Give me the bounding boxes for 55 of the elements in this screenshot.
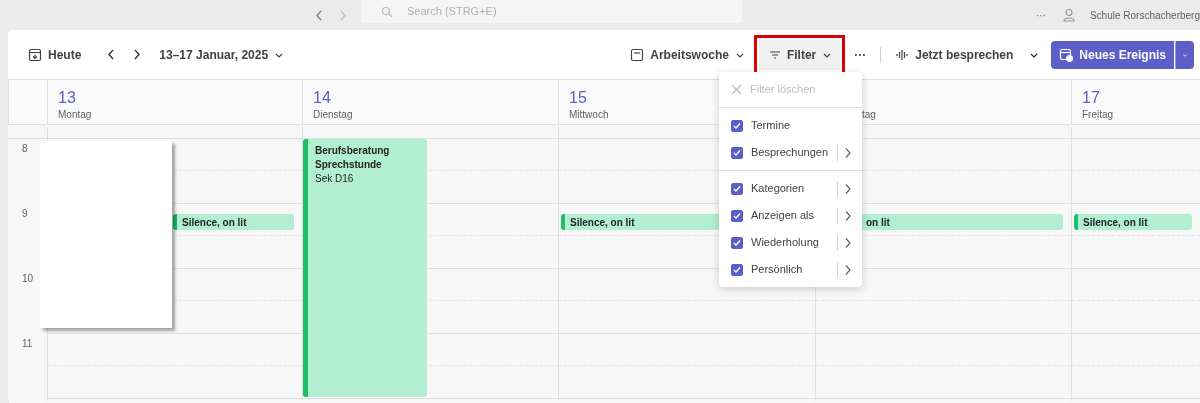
day-name: Mittwoch (569, 108, 609, 122)
event-bar[interactable]: Silence, on lit (173, 214, 294, 230)
filter-option[interactable]: Kategorien (719, 175, 862, 202)
new-event-options-button[interactable] (1175, 40, 1194, 69)
view-dropdown[interactable]: Arbeitswoche (624, 41, 751, 68)
calendar-icon (28, 47, 42, 62)
new-event-button[interactable]: Neues Ereignis (1051, 40, 1174, 69)
more-button[interactable]: ··· (848, 41, 873, 68)
hour-label: 9 (22, 208, 28, 219)
chevron-right-icon[interactable] (844, 182, 852, 195)
event-block[interactable]: Berufsberatung Sprechstunde Sek D16 (303, 139, 427, 397)
event-location: Sek D16 (315, 172, 355, 186)
meet-now-button[interactable]: Jetzt besprechen (889, 41, 1020, 68)
option-label: Besprechungen (751, 145, 829, 161)
day-number: 15 (569, 89, 587, 107)
hour-label: 11 (22, 338, 33, 349)
calendar-view-icon (630, 47, 645, 62)
checkbox[interactable] (731, 236, 743, 249)
chevron-right-icon[interactable] (844, 209, 852, 222)
chevron-right-icon[interactable] (844, 146, 852, 159)
org-name: Schule Rorschacherberg (1089, 8, 1200, 23)
filter-option[interactable]: Besprechungen (719, 139, 862, 166)
filter-option[interactable]: Persönlich (719, 256, 862, 283)
option-label: Kategorien (751, 181, 805, 197)
option-label: Termine (751, 118, 791, 134)
waveform-icon (895, 47, 910, 62)
day-name: Freitag (1082, 108, 1114, 122)
event-bar[interactable]: Silence, on lit (1074, 214, 1192, 230)
event-title: Berufsberatung Sprechstunde (315, 144, 391, 172)
more-icon[interactable]: ··· (1035, 7, 1046, 23)
day-name: Montag (58, 108, 92, 122)
hour-label: 8 (22, 143, 28, 154)
today-button[interactable]: Heute (22, 41, 88, 68)
search-icon (381, 5, 393, 18)
day-name: tag (862, 108, 876, 122)
date-range-picker[interactable]: 13–17 Januar, 2025 (153, 41, 291, 68)
day-name: Dienstag (313, 108, 353, 122)
checkbox[interactable] (731, 146, 743, 159)
chevron-right-icon[interactable] (844, 263, 852, 276)
hour-label: 10 (22, 273, 34, 284)
option-label: Wiederholung (751, 235, 819, 251)
chevron-right-icon[interactable] (844, 236, 852, 249)
filter-option[interactable]: Termine (719, 112, 862, 139)
day-number: 17 (1082, 89, 1100, 107)
day-number: 13 (58, 89, 76, 107)
checkbox[interactable] (731, 263, 743, 276)
checkbox[interactable] (731, 209, 743, 222)
day-number: 14 (313, 89, 331, 107)
calendar-add-icon (1059, 47, 1074, 62)
filter-option[interactable]: Wiederholung (719, 229, 862, 256)
close-icon (731, 84, 742, 95)
checkbox[interactable] (731, 119, 743, 132)
option-label: Persönlich (751, 262, 803, 278)
checkbox[interactable] (731, 182, 743, 195)
filter-icon (768, 48, 781, 61)
